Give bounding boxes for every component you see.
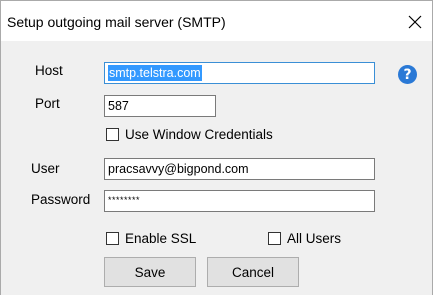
checkbox-box [106,128,119,141]
title-bar: Setup outgoing mail server (SMTP) [1,1,432,41]
user-input[interactable]: pracsavvy@bigpond.com [104,158,375,180]
port-input[interactable]: 587 [104,95,216,117]
checkbox-box [268,232,281,245]
enable-ssl-label: Enable SSL [125,231,197,246]
port-label: Port [35,96,60,111]
password-label: Password [31,192,91,207]
checkbox-box [106,232,119,245]
password-input[interactable]: ******** [104,190,375,212]
help-icon[interactable]: ? [398,65,417,84]
cancel-button[interactable]: Cancel [207,257,299,287]
dialog-title: Setup outgoing mail server (SMTP) [7,14,226,30]
use-window-credentials-label: Use Window Credentials [125,127,273,142]
use-window-credentials-checkbox[interactable]: Use Window Credentials [106,127,273,142]
enable-ssl-checkbox[interactable]: Enable SSL [106,231,196,246]
all-users-label: All Users [287,231,342,246]
close-x-glyph [408,15,422,29]
all-users-checkbox[interactable]: All Users [268,231,341,246]
host-label: Host [35,63,63,78]
host-input[interactable]: smtp.telstra.com [104,62,375,84]
user-value: pracsavvy@bigpond.com [108,162,249,176]
password-value: ******** [108,195,141,205]
port-value: 587 [108,99,129,113]
close-icon[interactable] [398,7,432,37]
save-button[interactable]: Save [104,257,196,287]
smtp-setup-dialog: Setup outgoing mail server (SMTP) Host s… [0,0,433,295]
host-value: smtp.telstra.com [108,65,202,81]
user-label: User [31,161,60,176]
